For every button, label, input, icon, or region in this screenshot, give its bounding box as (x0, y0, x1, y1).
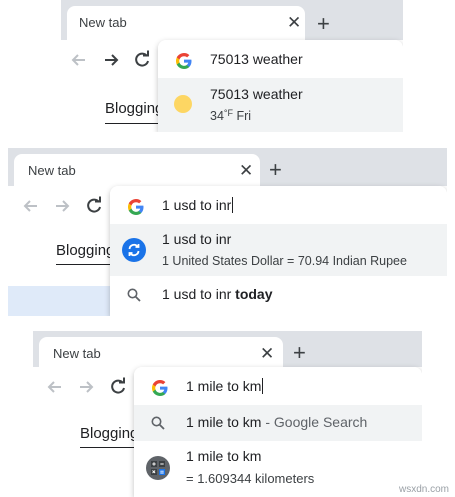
suggestion-currency[interactable]: 1 usd to inr 1 United States Dollar = 70… (110, 224, 447, 276)
google-g-icon (152, 380, 168, 396)
back-icon[interactable] (45, 377, 65, 397)
omnibox-input[interactable]: 1 usd to inr (110, 186, 447, 228)
new-tab-icon[interactable]: + (269, 159, 282, 181)
search-icon (127, 288, 141, 302)
blogging-link[interactable]: Blogging (56, 242, 114, 259)
tab-new-tab[interactable]: New tab ✕ (39, 337, 283, 371)
reload-icon[interactable] (132, 50, 152, 70)
new-tab-icon[interactable]: + (317, 13, 330, 35)
back-icon[interactable] (21, 196, 41, 216)
omnibox-text: 1 mile to km (186, 378, 264, 394)
blogging-underline (80, 447, 140, 448)
tab-title: New tab (28, 163, 76, 178)
blogging-link[interactable]: Blogging (105, 100, 163, 117)
currency-convert-icon (122, 238, 146, 262)
blogging-underline (105, 123, 165, 124)
suggestion-weather[interactable]: 75013 weather 34°F Fri (158, 78, 403, 132)
suggestion-calculator[interactable]: 1 mile to km = 1.609344 kilometers (134, 441, 422, 497)
suggestion-search[interactable]: 1 mile to km - Google Search (134, 405, 422, 441)
suggestion-bold: today (235, 286, 273, 302)
google-g-icon (128, 199, 144, 215)
text-caret (232, 197, 234, 213)
reload-icon[interactable] (84, 196, 104, 216)
tab-strip: New tab ✕ + (61, 0, 403, 40)
blogging-link[interactable]: Blogging (80, 425, 138, 442)
screenshot-units: New tab ✕ + Blogging 1 mile to km 1 mile… (33, 331, 422, 497)
tab-strip: New tab ✕ + (33, 331, 422, 371)
weather-day: Fri (236, 109, 252, 123)
screenshot-weather: New tab ✕ + Blogging 75013 weather 75013… (61, 0, 403, 132)
omnibox-dropdown: 75013 weather 75013 weather 34°F Fri (158, 40, 403, 132)
suggestion-title: 1 mile to km (186, 448, 262, 464)
suggestion-title: 1 usd to inr today (162, 286, 273, 302)
reload-icon[interactable] (108, 377, 128, 397)
tab-title: New tab (79, 15, 127, 30)
suggestion-search[interactable]: 1 usd to inr today (110, 276, 447, 314)
omnibox-input[interactable]: 1 mile to km (134, 367, 422, 409)
tab-new-tab[interactable]: New tab ✕ (14, 154, 260, 188)
tab-new-tab[interactable]: New tab ✕ (67, 6, 305, 40)
omnibox-text: 1 usd to inr (162, 197, 234, 213)
forward-icon[interactable] (76, 377, 96, 397)
tab-strip: New tab ✕ + (8, 148, 447, 188)
omnibox-dropdown: 1 mile to km 1 mile to km - Google Searc… (134, 367, 422, 497)
new-tab-icon[interactable]: + (293, 342, 306, 364)
suggestion-title: 1 usd to inr (162, 231, 232, 247)
suggestion-detail: 34°F Fri (210, 108, 251, 123)
omnibox-value: 1 mile to km (186, 378, 262, 394)
suggestion-title: 1 mile to km - Google Search (186, 414, 367, 430)
temperature-value: 34 (210, 109, 224, 123)
tab-title: New tab (53, 346, 101, 361)
omnibox-dropdown: 1 usd to inr 1 usd to inr 1 United State… (110, 186, 447, 316)
google-g-icon (176, 53, 192, 69)
tab-close-icon[interactable]: ✕ (260, 345, 274, 362)
text-caret (262, 378, 264, 394)
suggestion-title: 75013 weather (210, 86, 303, 102)
suggestion-plain: 1 usd to inr (162, 286, 236, 302)
suggestion-suffix: - Google Search (261, 414, 368, 430)
temperature-unit: °F (223, 108, 234, 118)
sun-weather-icon (174, 95, 192, 113)
watermark: wsxdn.com (398, 484, 449, 495)
omnibox-value: 1 usd to inr (162, 197, 232, 213)
tab-close-icon[interactable]: ✕ (239, 162, 253, 179)
blogging-underline (56, 264, 116, 265)
tab-close-icon[interactable]: ✕ (287, 14, 301, 31)
back-icon[interactable] (69, 50, 89, 70)
suggestion-detail: 1 United States Dollar = 70.94 Indian Ru… (162, 254, 407, 268)
forward-icon[interactable] (101, 50, 121, 70)
forward-icon[interactable] (52, 196, 72, 216)
omnibox-input[interactable]: 75013 weather (158, 40, 403, 82)
suggestion-plain: 1 mile to km (186, 414, 262, 430)
calculator-icon (146, 456, 170, 480)
omnibox-text: 75013 weather (210, 51, 303, 67)
suggestion-detail: = 1.609344 kilometers (186, 471, 315, 486)
search-icon (151, 416, 165, 430)
screenshot-currency: New tab ✕ + Blogging 1 usd to inr 1 usd … (8, 148, 447, 316)
